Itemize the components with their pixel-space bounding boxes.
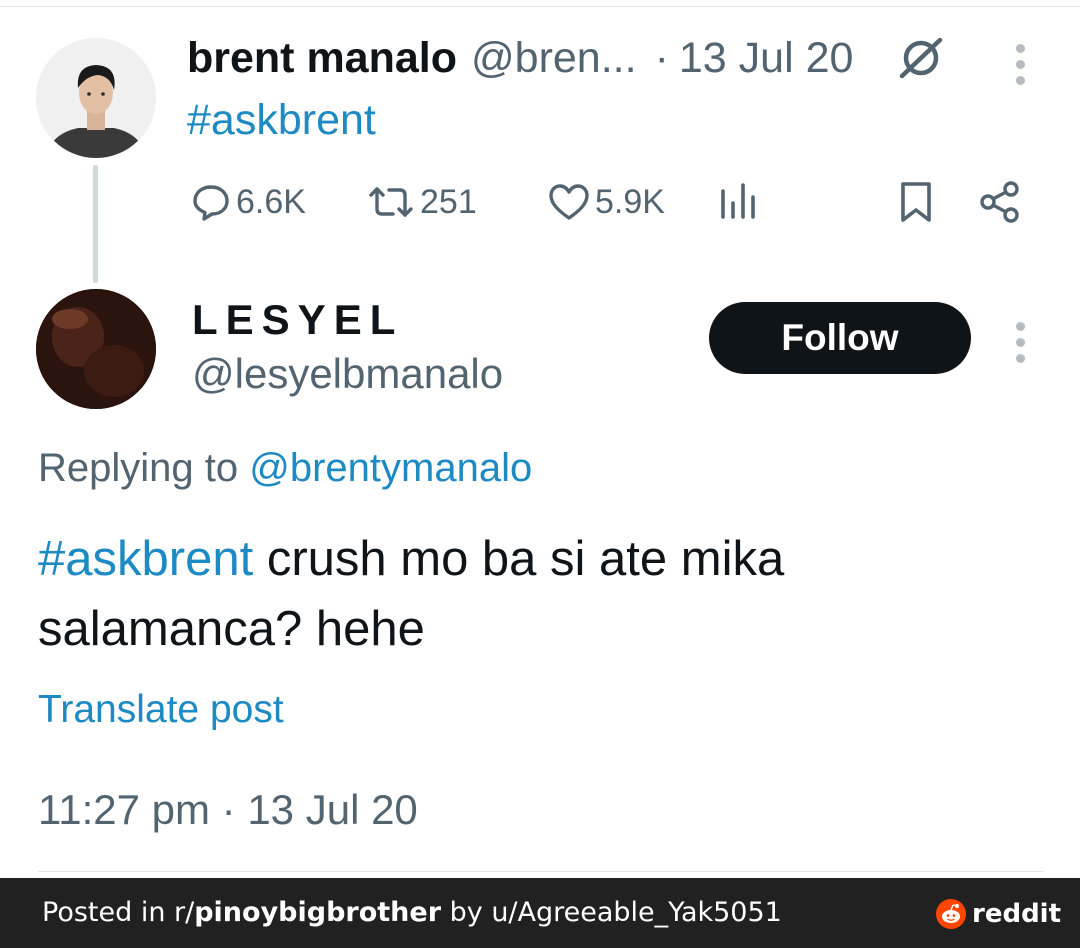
footer-subreddit: pinoybigbrother [194,897,442,928]
follow-button[interactable]: Follow [709,302,971,374]
bookmark-icon [901,182,931,222]
reddit-wordmark: reddit [972,899,1062,929]
footer-attribution: Posted in r/pinoybigbrother by u/Agreeab… [42,894,782,932]
parent-author-handle[interactable]: @bren... [471,30,637,86]
repost-icon [369,187,413,217]
share-button[interactable] [978,176,1022,228]
like-icon [549,184,589,220]
brent-avatar[interactable] [36,38,156,158]
reddit-footer: Posted in r/pinoybigbrother by u/Agreeab… [0,878,1080,948]
footer-username: Agreeable_Yak5051 [517,897,782,928]
views-icon [721,183,755,219]
parent-post-text[interactable]: #askbrent [187,94,376,146]
bookmark-button[interactable] [896,176,936,228]
reddit-logo-icon [936,899,966,929]
reply-count: 6.6K [236,182,306,221]
reply-button[interactable]: 6.6K [190,176,306,228]
screenshot-root: brent manalo @bren... · 13 Jul 20 #askbr… [0,0,1080,948]
header-separator: · [654,34,669,82]
parent-post-header: brent manalo @bren... · 13 Jul 20 [187,30,853,86]
views-button[interactable] [718,176,758,228]
hashtag-link[interactable]: #askbrent [38,532,253,586]
footer-by: by u/ [441,897,518,928]
top-divider [0,6,1080,7]
reply-post-text: #askbrent crush mo ba si ate mika salama… [38,524,1038,664]
reddit-brand: reddit [936,898,1061,930]
like-count: 5.9K [595,182,665,221]
reply-author-handle[interactable]: @lesyelbmanalo [192,348,503,400]
translate-post-link[interactable]: Translate post [38,684,284,736]
reply-icon [193,185,229,221]
grok-icon[interactable] [896,36,946,80]
replying-to-line: Replying to @brentymanalo [38,442,532,494]
bottom-divider [38,871,1044,872]
repost-count: 251 [420,182,477,221]
more-options-icon[interactable] [1014,44,1026,92]
footer-posted-in: Posted in r/ [42,897,195,928]
replying-to-mention[interactable]: @brentymanalo [249,446,532,490]
thread-connector [93,165,98,283]
reply-author-name[interactable]: LESYEL [192,294,403,346]
parent-post-date[interactable]: 13 Jul 20 [679,30,854,86]
post-timestamp[interactable]: 11:27 pm · 13 Jul 20 [38,782,418,838]
replying-to-label: Replying to [38,446,239,490]
like-button[interactable]: 5.9K [547,176,665,228]
more-options-icon[interactable] [1014,322,1026,370]
repost-button[interactable]: 251 [366,176,477,228]
lesyel-avatar[interactable] [36,289,156,409]
parent-author-name[interactable]: brent manalo [187,30,457,86]
share-icon [980,181,1019,223]
